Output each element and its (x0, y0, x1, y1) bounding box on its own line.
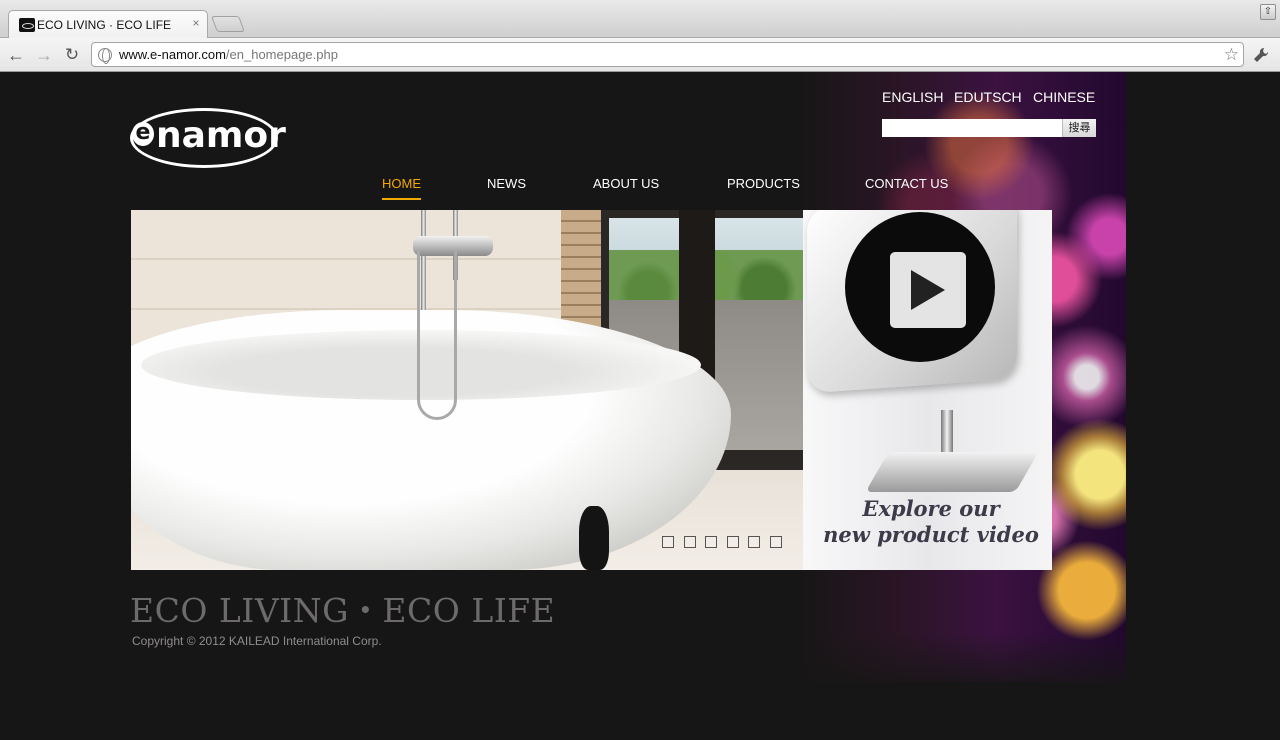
wrench-svg (1254, 47, 1269, 62)
nav-products[interactable]: PRODUCTS (727, 176, 800, 192)
url-path: /en_homepage.php (225, 47, 338, 62)
main-navigation: HOME NEWS ABOUT US PRODUCTS CONTACT US (131, 176, 1052, 200)
logo-e-mark: e (132, 122, 154, 146)
tab-close-icon[interactable]: × (189, 16, 203, 30)
address-bar[interactable]: www.e-namor.com/en_homepage.php ☆ (91, 42, 1244, 67)
browser-tab[interactable]: ECO LIVING · ECO LIFE × (8, 10, 208, 38)
slide-dot[interactable] (726, 536, 739, 548)
search-button[interactable]: 搜尋 (1062, 119, 1096, 137)
web-page: e namor ENGLISH EDUTSCH CHINESE T 搜尋 HOM… (0, 72, 1280, 740)
bathtub-slide-image[interactable] (131, 210, 803, 570)
url-text[interactable]: www.e-namor.com/en_homepage.php (119, 47, 338, 62)
product-video-panel[interactable]: Explore our new product video (803, 210, 1052, 570)
enamor-logo[interactable]: e namor (130, 108, 286, 170)
slide-dot[interactable] (748, 536, 760, 548)
hero-banner: Explore our new product video (131, 210, 1052, 570)
bokeh-fade (800, 632, 1126, 692)
copyright-text: Copyright © 2012 KAILEAD International C… (132, 634, 382, 648)
url-host: www.e-namor.com (119, 47, 226, 62)
video-caption: Explore our new product video (813, 496, 1049, 548)
slide-pager (662, 536, 784, 550)
tab-favicon-icon (19, 18, 35, 32)
play-icon (911, 270, 945, 310)
forward-arrow-icon[interactable]: → (32, 43, 56, 67)
site-search: 搜尋 (882, 119, 1096, 137)
logo-wordmark: namor (156, 115, 286, 156)
wrench-icon[interactable] (1252, 46, 1270, 69)
bookmark-star-icon[interactable]: ☆ (1224, 45, 1239, 65)
window-control-button[interactable]: ⇧ (1260, 4, 1276, 20)
slide-dot[interactable] (662, 536, 674, 548)
tab-title: ECO LIVING · ECO LIFE (37, 18, 172, 32)
lang-chinese-link[interactable]: CHINESE T (1033, 88, 1096, 106)
nav-about-us[interactable]: ABOUT US (593, 176, 659, 192)
globe-icon (98, 48, 112, 64)
search-input[interactable] (882, 119, 1062, 137)
browser-toolbar: ← → ↻ www.e-namor.com/en_homepage.php ☆ (0, 38, 1280, 72)
site-tagline: ECO LIVING・ECO LIFE (130, 591, 556, 630)
reload-icon[interactable]: ↻ (60, 43, 84, 67)
nav-contact-us[interactable]: CONTACT US (865, 176, 948, 192)
slide-dot[interactable] (705, 536, 717, 548)
lang-deutsch-link[interactable]: EDUTSCH (954, 88, 1022, 106)
bathtub-foot (579, 506, 609, 570)
nav-news[interactable]: NEWS (487, 176, 526, 192)
new-tab-button[interactable] (211, 16, 245, 32)
slide-dot[interactable] (683, 536, 696, 548)
faucet-hose (417, 250, 457, 420)
video-caption-line1: Explore our (862, 496, 1000, 521)
slide-dot[interactable] (769, 536, 782, 548)
language-switcher: ENGLISH EDUTSCH CHINESE T (882, 88, 1096, 108)
stand-base (865, 452, 1039, 492)
faucet (403, 210, 493, 430)
video-caption-line2: new product video (823, 522, 1039, 547)
lang-english-link[interactable]: ENGLISH (882, 88, 943, 106)
play-button[interactable] (890, 252, 966, 328)
browser-tab-strip: ECO LIVING · ECO LIFE × ⇧ (0, 0, 1280, 38)
back-arrow-icon[interactable]: ← (4, 43, 28, 67)
speaker-stand (865, 410, 1039, 500)
nav-home[interactable]: HOME (382, 176, 421, 200)
